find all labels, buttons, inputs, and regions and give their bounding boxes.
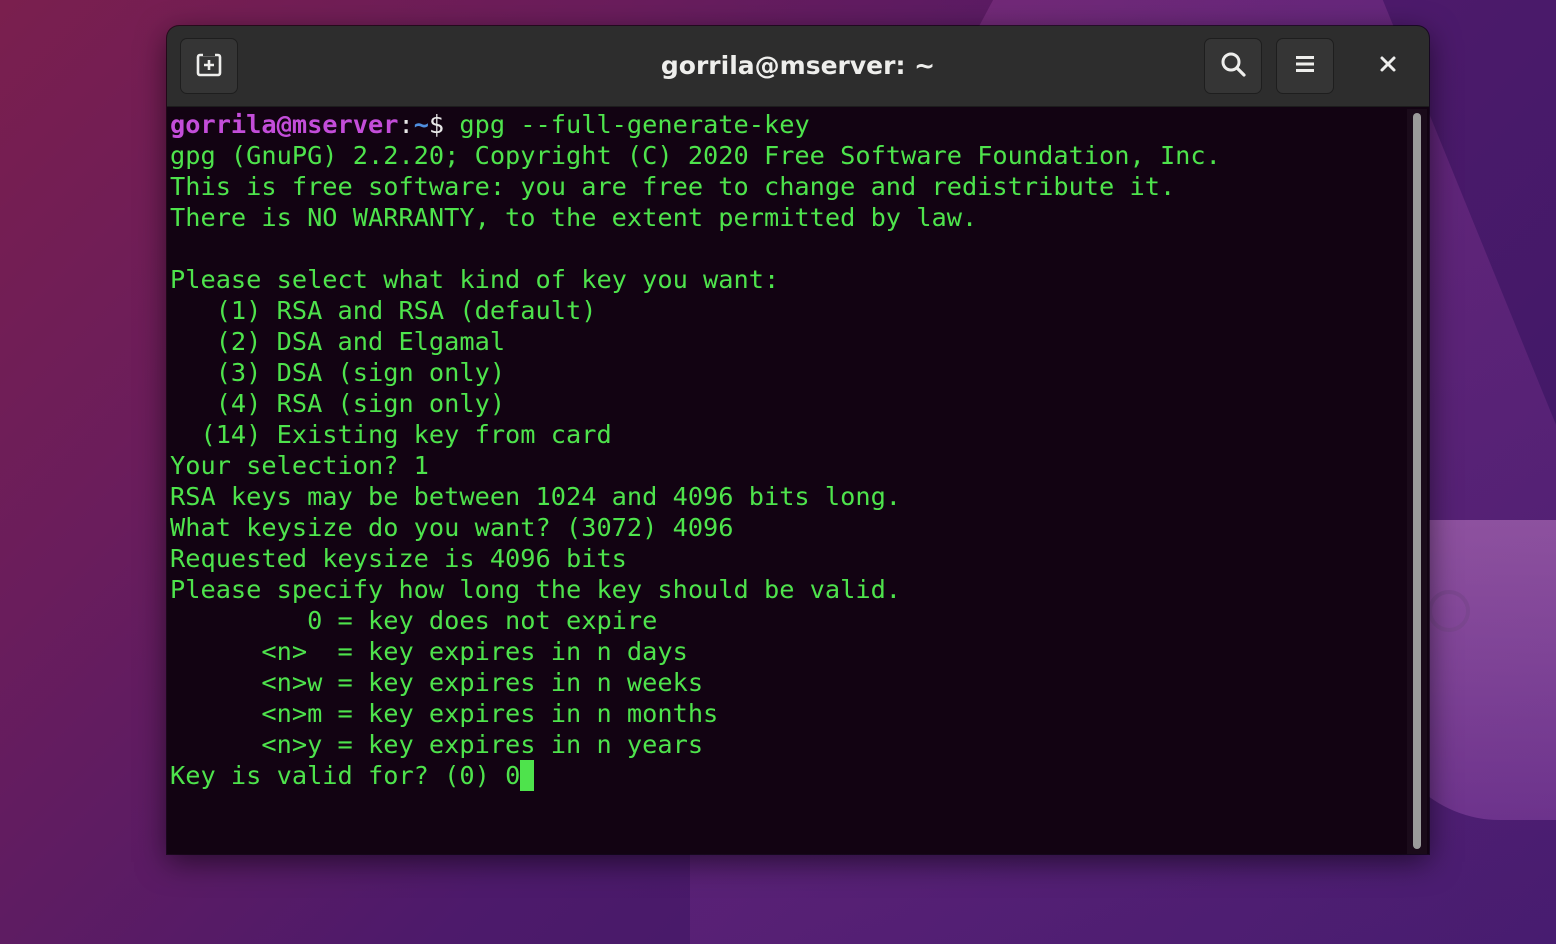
prompt-user-host: gorrila@mserver <box>170 110 399 139</box>
output-line: (4) RSA (sign only) <box>170 389 506 418</box>
hamburger-menu-icon <box>1293 52 1317 80</box>
output-line: (2) DSA and Elgamal <box>170 327 506 356</box>
close-icon <box>1378 54 1398 78</box>
terminal-output[interactable]: gorrila@mserver:~$ gpg --full-generate-k… <box>170 109 1221 791</box>
input-line[interactable]: Key is valid for? (0) 0 <box>170 760 1221 791</box>
prompt-separator: : <box>398 110 414 139</box>
output-line: <n>y = key expires in n years <box>170 730 704 759</box>
output-line: There is NO WARRANTY, to the extent perm… <box>170 203 978 232</box>
output-line: 0 = key does not expire <box>170 606 658 635</box>
menu-button[interactable] <box>1276 38 1334 94</box>
wallpaper-ubuntu-logo <box>1428 590 1470 632</box>
close-button[interactable] <box>1359 38 1417 94</box>
new-tab-icon <box>195 50 223 82</box>
prompt-line: gorrila@mserver:~$ gpg --full-generate-k… <box>170 109 1221 140</box>
output-line: What keysize do you want? (3072) 4096 <box>170 513 734 542</box>
search-button[interactable] <box>1204 38 1262 94</box>
output-line: gpg (GnuPG) 2.2.20; Copyright (C) 2020 F… <box>170 141 1221 170</box>
new-tab-button[interactable] <box>180 38 238 94</box>
terminal-body[interactable]: gorrila@mserver:~$ gpg --full-generate-k… <box>167 107 1405 854</box>
prompt-symbol: $ <box>428 110 445 139</box>
input-prompt: Key is valid for? (0) <box>170 761 506 790</box>
output-line: Requested keysize is 4096 bits <box>170 544 627 573</box>
output-line: Your selection? 1 <box>170 451 429 480</box>
output-line: Please select what kind of key you want: <box>170 265 780 294</box>
output-line: <n> = key expires in n days <box>170 637 688 666</box>
output-line: Please specify how long the key should b… <box>170 575 902 604</box>
input-value[interactable]: 0 <box>505 761 520 790</box>
terminal-window[interactable]: gorrila@mserver: ~ gorrila@mserver:~$ gp… <box>167 26 1429 854</box>
output-line: (3) DSA (sign only) <box>170 358 506 387</box>
scrollbar[interactable] <box>1407 109 1427 854</box>
command-text: gpg --full-generate-key <box>444 110 810 139</box>
output-line: <n>w = key expires in n weeks <box>170 668 704 697</box>
output-line: (1) RSA and RSA (default) <box>170 296 597 325</box>
scrollbar-thumb[interactable] <box>1413 113 1421 849</box>
output-line: (14) Existing key from card <box>170 420 612 449</box>
search-icon <box>1219 50 1247 82</box>
output-line: This is free software: you are free to c… <box>170 172 1176 201</box>
headerbar: gorrila@mserver: ~ <box>167 26 1429 107</box>
output-line: RSA keys may be between 1024 and 4096 bi… <box>170 482 902 511</box>
prompt-path: ~ <box>413 110 429 139</box>
text-cursor <box>520 760 535 791</box>
output-line: <n>m = key expires in n months <box>170 699 719 728</box>
